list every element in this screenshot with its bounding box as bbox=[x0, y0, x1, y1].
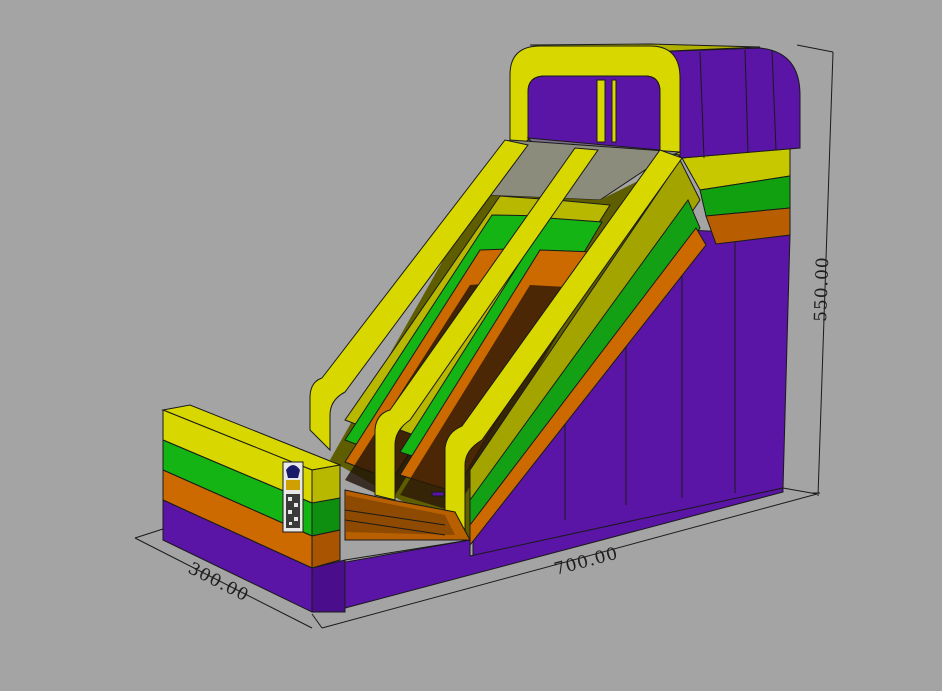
dimension-height-label: 550.00 bbox=[811, 256, 833, 322]
slide-diagram: 550.00 700.00 300.00 bbox=[134, 43, 834, 629]
logo-panel bbox=[282, 461, 304, 533]
top-tower bbox=[509, 43, 801, 159]
